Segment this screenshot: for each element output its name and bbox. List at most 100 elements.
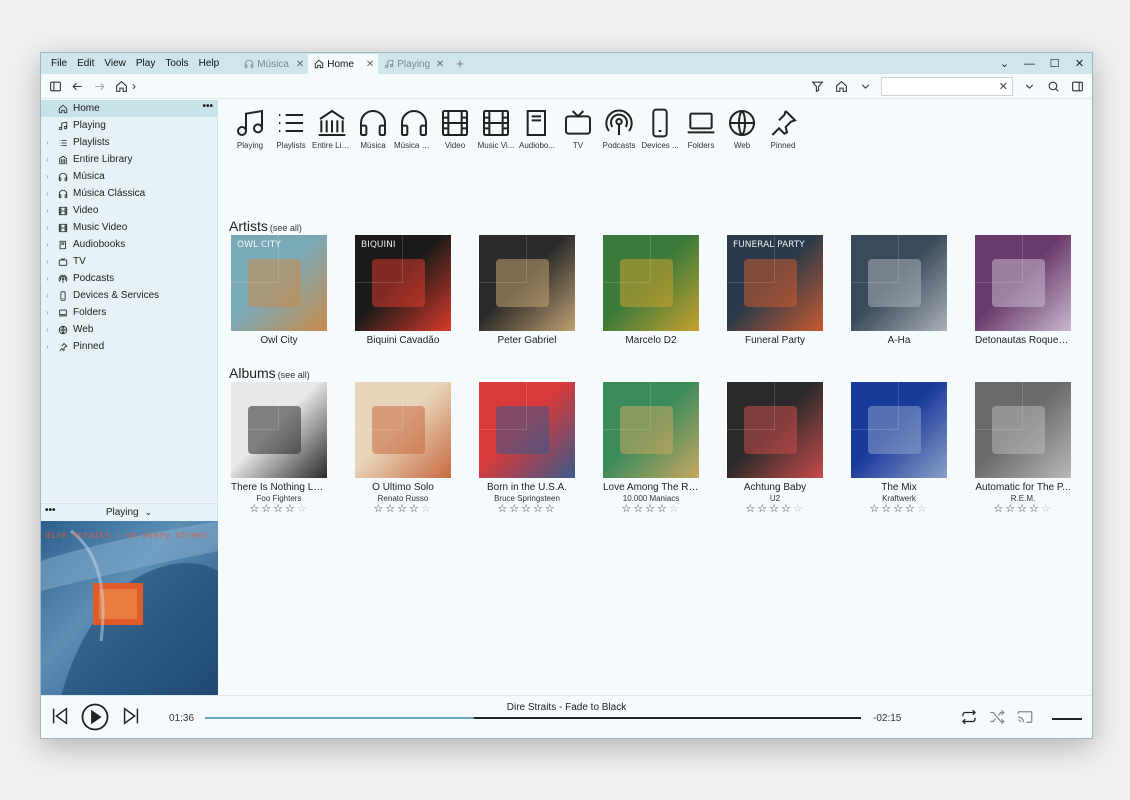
expand-chevron-icon[interactable]: ›: [46, 138, 56, 147]
home-scope-button[interactable]: [830, 76, 852, 96]
new-tab-button[interactable]: +: [448, 54, 472, 74]
back-button[interactable]: [66, 76, 88, 96]
quick-access-item[interactable]: Web: [723, 107, 761, 150]
maximize-button[interactable]: ☐: [1042, 57, 1067, 70]
menu-play[interactable]: Play: [131, 58, 160, 69]
sidebar-item[interactable]: › Entire Library: [41, 151, 217, 168]
menu-file[interactable]: File: [46, 58, 72, 69]
sidebar-item[interactable]: Home •••: [41, 100, 217, 117]
search-button[interactable]: [1042, 76, 1064, 96]
chevron-down-icon[interactable]: ⌄: [992, 57, 1017, 70]
more-options-icon[interactable]: •••: [45, 505, 56, 516]
quick-access-item[interactable]: Podcasts: [600, 107, 638, 150]
expand-chevron-icon[interactable]: ›: [46, 308, 56, 317]
album-card[interactable]: O Último Solo Renato Russo ☆☆☆☆☆: [355, 382, 451, 515]
artist-card[interactable]: Peter Gabriel: [479, 235, 575, 346]
breadcrumb-chevron-icon[interactable]: ›: [132, 79, 136, 93]
sidebar-item[interactable]: › Música: [41, 168, 217, 185]
sidebar-item[interactable]: › TV: [41, 253, 217, 270]
expand-chevron-icon[interactable]: ›: [46, 223, 56, 232]
sidebar-item[interactable]: › Música Clássica: [41, 185, 217, 202]
tab-musica[interactable]: Música ✕: [238, 54, 308, 74]
seek-bar[interactable]: [205, 717, 861, 719]
expand-chevron-icon[interactable]: ›: [46, 342, 56, 351]
sidebar-item[interactable]: Playing: [41, 117, 217, 134]
expand-chevron-icon[interactable]: ›: [46, 257, 56, 266]
sidebar-item[interactable]: › Audiobooks: [41, 236, 217, 253]
rating-stars[interactable]: ☆☆☆☆☆: [603, 503, 699, 515]
forward-button[interactable]: [88, 76, 110, 96]
sidebar-toggle-button[interactable]: [44, 76, 66, 96]
expand-chevron-icon[interactable]: ›: [46, 155, 56, 164]
rating-stars[interactable]: ☆☆☆☆☆: [851, 503, 947, 515]
quick-access-item[interactable]: Pinned: [764, 107, 802, 150]
sidebar-item[interactable]: › Web: [41, 321, 217, 338]
menu-help[interactable]: Help: [194, 58, 225, 69]
clear-search-icon[interactable]: ✕: [999, 80, 1008, 93]
rating-stars[interactable]: ☆☆☆☆☆: [975, 503, 1071, 515]
shuffle-button[interactable]: [988, 708, 1006, 729]
artist-card[interactable]: BIQUINI Biquini Cavadão: [355, 235, 451, 346]
quick-access-item[interactable]: Playing: [231, 107, 269, 150]
expand-chevron-icon[interactable]: ›: [46, 172, 56, 181]
album-card[interactable]: The Mix Kraftwerk ☆☆☆☆☆: [851, 382, 947, 515]
menu-edit[interactable]: Edit: [72, 58, 99, 69]
sidebar-item[interactable]: › Music Video: [41, 219, 217, 236]
album-card[interactable]: Achtung Baby U2 ☆☆☆☆☆: [727, 382, 823, 515]
quick-access-item[interactable]: Video: [436, 107, 474, 150]
album-card[interactable]: Born in the U.S.A. Bruce Springsteen ☆☆☆☆☆: [479, 382, 575, 515]
quick-access-item[interactable]: Music Vi...: [477, 107, 515, 150]
rating-stars[interactable]: ☆☆☆☆☆: [727, 503, 823, 515]
more-options-icon[interactable]: •••: [202, 101, 213, 112]
quick-access-item[interactable]: Música Cl...: [394, 107, 434, 150]
close-icon[interactable]: ✕: [296, 59, 304, 70]
sidebar-item[interactable]: › Folders: [41, 304, 217, 321]
album-card[interactable]: Automatic for The P... R.E.M. ☆☆☆☆☆: [975, 382, 1071, 515]
expand-chevron-icon[interactable]: ›: [46, 291, 56, 300]
volume-slider[interactable]: [1052, 717, 1082, 720]
albums-see-all-link[interactable]: (see all): [278, 370, 310, 380]
artists-see-all-link[interactable]: (see all): [270, 223, 302, 233]
artist-card[interactable]: Marcelo D2: [603, 235, 699, 346]
now-playing-selector[interactable]: Playing: [106, 507, 139, 518]
cast-button[interactable]: [1016, 708, 1034, 729]
album-card[interactable]: Love Among The Rui... 10.000 Maniacs ☆☆☆☆☆: [603, 382, 699, 515]
minimize-button[interactable]: —: [1017, 58, 1042, 70]
quick-access-item[interactable]: Audiobo...: [518, 107, 556, 150]
right-panel-toggle-button[interactable]: [1066, 76, 1088, 96]
expand-chevron-icon[interactable]: ›: [46, 189, 56, 198]
quick-access-item[interactable]: Entire Lib...: [312, 107, 352, 150]
expand-chevron-icon[interactable]: ›: [46, 274, 56, 283]
quick-access-item[interactable]: Folders: [682, 107, 720, 150]
quick-access-item[interactable]: Devices ...: [641, 107, 679, 150]
search-input[interactable]: [886, 77, 996, 94]
quick-access-item[interactable]: Música: [354, 107, 392, 150]
menu-view[interactable]: View: [99, 58, 131, 69]
quick-access-item[interactable]: Playlists: [272, 107, 310, 150]
album-card[interactable]: There Is Nothing Lef... Foo Fighters ☆☆☆☆☆: [231, 382, 327, 515]
expand-chevron-icon[interactable]: ›: [46, 240, 56, 249]
close-window-button[interactable]: ✕: [1067, 57, 1092, 70]
tab-home[interactable]: Home ✕: [308, 54, 379, 74]
artist-card[interactable]: Detonautas Roque C...: [975, 235, 1071, 346]
artist-card[interactable]: OWL CITY Owl City: [231, 235, 327, 346]
repeat-button[interactable]: [960, 708, 978, 729]
sidebar-item[interactable]: › Podcasts: [41, 270, 217, 287]
rating-stars[interactable]: ☆☆☆☆☆: [231, 503, 327, 515]
sidebar-item[interactable]: › Devices & Services: [41, 287, 217, 304]
menu-tools[interactable]: Tools: [160, 58, 193, 69]
breadcrumb-home-button[interactable]: [110, 76, 132, 96]
scope-dropdown-button[interactable]: [854, 76, 876, 96]
artist-card[interactable]: A-Ha: [851, 235, 947, 346]
quick-access-item[interactable]: TV: [559, 107, 597, 150]
tab-playing[interactable]: Playing ✕: [378, 54, 448, 74]
artist-card[interactable]: FUNERAL PARTY Funeral Party: [727, 235, 823, 346]
rating-stars[interactable]: ☆☆☆☆☆: [479, 503, 575, 515]
sidebar-item[interactable]: › Pinned: [41, 338, 217, 355]
search-options-button[interactable]: [1018, 76, 1040, 96]
chevron-down-icon[interactable]: ⌄: [145, 507, 153, 518]
expand-chevron-icon[interactable]: ›: [46, 325, 56, 334]
close-icon[interactable]: ✕: [366, 59, 374, 70]
rating-stars[interactable]: ☆☆☆☆☆: [355, 503, 451, 515]
sidebar-item[interactable]: › Video: [41, 202, 217, 219]
